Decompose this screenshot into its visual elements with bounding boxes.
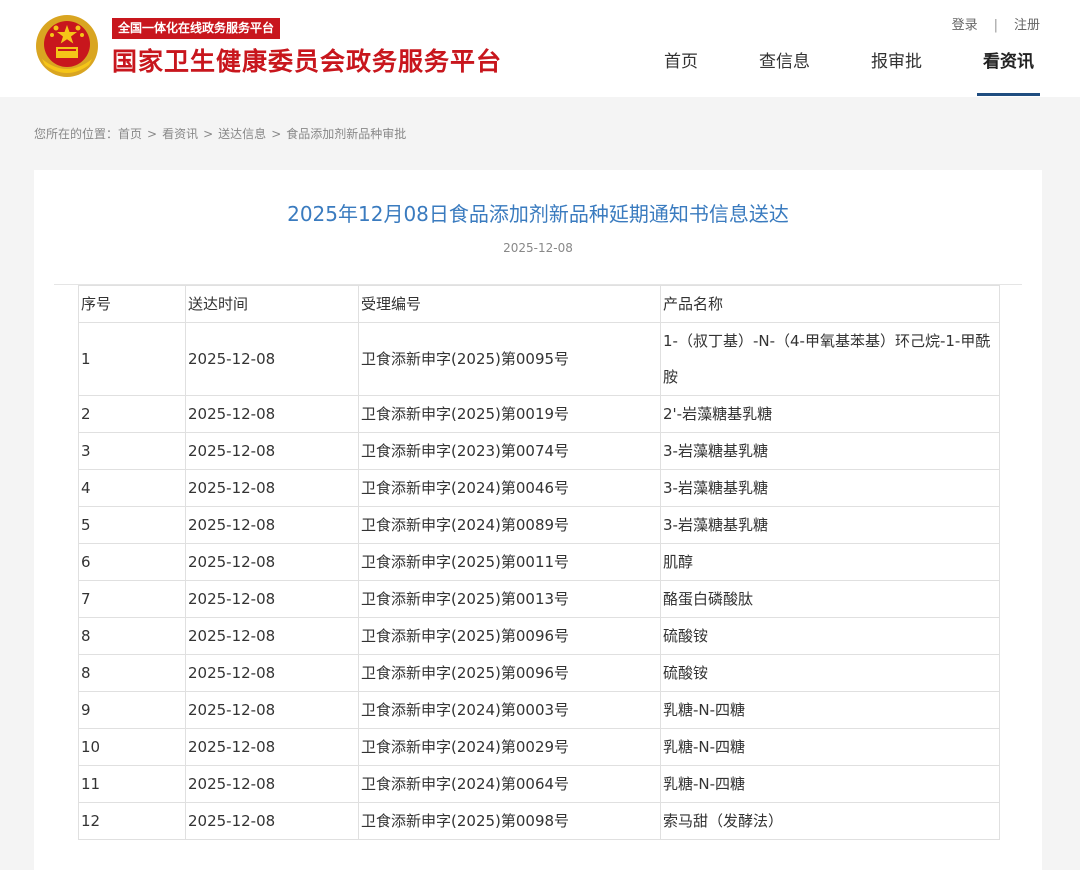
cell-index: 2 xyxy=(78,395,186,433)
header-cell-acceptance-no: 受理编号 xyxy=(358,285,661,323)
cell-index: 6 xyxy=(78,543,186,581)
breadcrumb: 您所在的位置：首页 > 看资讯 > 送达信息 > 食品添加剂新品种审批 xyxy=(34,125,406,142)
cell-acceptance-no: 卫食添新申字(2024)第0064号 xyxy=(358,765,661,803)
cell-product-name: 3-岩藻糖基乳糖 xyxy=(660,432,1000,470)
cell-date: 2025-12-08 xyxy=(185,543,359,581)
table-row: 3 2025-12-08 卫食添新申字(2023)第0074号 3-岩藻糖基乳糖 xyxy=(78,432,1000,470)
article-date: 2025-12-08 xyxy=(503,241,573,255)
table-header-row: 序号 送达时间 受理编号 产品名称 xyxy=(78,285,1000,323)
site-header: 全国一体化在线政务服务平台 国家卫生健康委员会政务服务平台 登录 | 注册 首页 查… xyxy=(0,0,1080,97)
delivery-table: 序号 送达时间 受理编号 产品名称 1 2025-12-08 卫食添新申字(2025… xyxy=(78,285,1000,840)
cell-index: 8 xyxy=(78,617,186,655)
cell-date: 2025-12-08 xyxy=(185,654,359,692)
breadcrumb-separator: > xyxy=(271,127,282,141)
auth-links: 登录 | 注册 xyxy=(952,14,1040,33)
cell-acceptance-no: 卫食添新申字(2025)第0011号 xyxy=(358,543,661,581)
nav-item-home[interactable]: 首页 xyxy=(658,50,704,96)
table-row: 1 2025-12-08 卫食添新申字(2025)第0095号 1-（叔丁基）-N-（… xyxy=(78,322,1000,396)
cell-acceptance-no: 卫食添新申字(2025)第0013号 xyxy=(358,580,661,618)
main-nav: 首页 查信息 报审批 看资讯 xyxy=(609,50,1040,96)
cell-acceptance-no: 卫食添新申字(2024)第0046号 xyxy=(358,469,661,507)
login-link[interactable]: 登录 xyxy=(952,18,978,33)
table-row: 12 2025-12-08 卫食添新申字(2025)第0098号 索马甜（发酵法） xyxy=(78,802,1000,840)
cell-product-name: 3-岩藻糖基乳糖 xyxy=(660,469,1000,507)
breadcrumb-home[interactable]: 首页 xyxy=(118,127,142,141)
cell-acceptance-no: 卫食添新申字(2024)第0003号 xyxy=(358,691,661,729)
cell-product-name: 肌醇 xyxy=(660,543,1000,581)
cell-date: 2025-12-08 xyxy=(185,580,359,618)
cell-product-name: 硫酸铵 xyxy=(660,617,1000,655)
cell-date: 2025-12-08 xyxy=(185,432,359,470)
table-row: 8 2025-12-08 卫食添新申字(2025)第0096号 硫酸铵 xyxy=(78,654,1000,692)
cell-acceptance-no: 卫食添新申字(2025)第0019号 xyxy=(358,395,661,433)
article-title: 2025年12月08日食品添加剂新品种延期通知书信息送达 xyxy=(287,202,789,226)
cell-product-name: 2'-岩藻糖基乳糖 xyxy=(660,395,1000,433)
cell-product-name: 酪蛋白磷酸肽 xyxy=(660,580,1000,618)
table-row: 11 2025-12-08 卫食添新申字(2024)第0064号 乳糖-N-四糖 xyxy=(78,765,1000,803)
cell-date: 2025-12-08 xyxy=(185,395,359,433)
cell-date: 2025-12-08 xyxy=(185,617,359,655)
cell-index: 7 xyxy=(78,580,186,618)
cell-product-name: 索马甜（发酵法） xyxy=(660,802,1000,840)
table-row: 2 2025-12-08 卫食添新申字(2025)第0019号 2'-岩藻糖基乳糖 xyxy=(78,395,1000,433)
cell-acceptance-no: 卫食添新申字(2025)第0095号 xyxy=(358,322,661,396)
cell-product-name: 乳糖-N-四糖 xyxy=(660,691,1000,729)
cell-date: 2025-12-08 xyxy=(185,728,359,766)
platform-slogan-badge: 全国一体化在线政务服务平台 xyxy=(112,18,281,39)
cell-index: 10 xyxy=(78,728,186,766)
header-cell-date: 送达时间 xyxy=(185,285,359,323)
header-cell-index: 序号 xyxy=(78,285,186,323)
table-row: 4 2025-12-08 卫食添新申字(2024)第0046号 3-岩藻糖基乳糖 xyxy=(78,469,1000,507)
register-link[interactable]: 注册 xyxy=(1014,18,1040,33)
breadcrumb-separator: > xyxy=(147,127,158,141)
cell-product-name: 3-岩藻糖基乳糖 xyxy=(660,506,1000,544)
cell-date: 2025-12-08 xyxy=(185,691,359,729)
breadcrumb-news[interactable]: 看资讯 xyxy=(162,127,198,141)
auth-separator: | xyxy=(993,18,998,33)
cell-acceptance-no: 卫食添新申字(2025)第0096号 xyxy=(358,617,661,655)
cell-product-name: 硫酸铵 xyxy=(660,654,1000,692)
breadcrumb-delivery-info[interactable]: 送达信息 xyxy=(218,127,266,141)
cell-product-name: 1-（叔丁基）-N-（4-甲氧基苯基）环己烷-1-甲酰胺 xyxy=(660,322,1000,396)
header-cell-product-name: 产品名称 xyxy=(660,285,1000,323)
breadcrumb-current[interactable]: 食品添加剂新品种审批 xyxy=(286,127,406,141)
cell-acceptance-no: 卫食添新申字(2024)第0089号 xyxy=(358,506,661,544)
cell-index: 5 xyxy=(78,506,186,544)
cell-index: 12 xyxy=(78,802,186,840)
nav-item-submit-approval[interactable]: 报审批 xyxy=(865,50,928,96)
cell-index: 3 xyxy=(78,432,186,470)
cell-date: 2025-12-08 xyxy=(185,506,359,544)
cell-index: 8 xyxy=(78,654,186,692)
cell-index: 4 xyxy=(78,469,186,507)
national-emblem-icon[interactable] xyxy=(34,13,100,79)
nav-item-news[interactable]: 看资讯 xyxy=(977,50,1040,96)
table-row: 7 2025-12-08 卫食添新申字(2025)第0013号 酪蛋白磷酸肽 xyxy=(78,580,1000,618)
table-row: 8 2025-12-08 卫食添新申字(2025)第0096号 硫酸铵 xyxy=(78,617,1000,655)
cell-index: 9 xyxy=(78,691,186,729)
table-row: 6 2025-12-08 卫食添新申字(2025)第0011号 肌醇 xyxy=(78,543,1000,581)
table-row: 5 2025-12-08 卫食添新申字(2024)第0089号 3-岩藻糖基乳糖 xyxy=(78,506,1000,544)
breadcrumb-separator: > xyxy=(203,127,214,141)
site-title[interactable]: 国家卫生健康委员会政务服务平台 xyxy=(112,45,502,79)
cell-acceptance-no: 卫食添新申字(2025)第0098号 xyxy=(358,802,661,840)
cell-acceptance-no: 卫食添新申字(2024)第0029号 xyxy=(358,728,661,766)
article-card: 2025年12月08日食品添加剂新品种延期通知书信息送达 2025-12-08 … xyxy=(34,170,1042,870)
breadcrumb-prefix: 您所在的位置： xyxy=(34,127,119,141)
cell-acceptance-no: 卫食添新申字(2025)第0096号 xyxy=(358,654,661,692)
cell-date: 2025-12-08 xyxy=(185,322,359,396)
cell-acceptance-no: 卫食添新申字(2023)第0074号 xyxy=(358,432,661,470)
cell-date: 2025-12-08 xyxy=(185,765,359,803)
cell-date: 2025-12-08 xyxy=(185,802,359,840)
table-row: 9 2025-12-08 卫食添新申字(2024)第0003号 乳糖-N-四糖 xyxy=(78,691,1000,729)
cell-product-name: 乳糖-N-四糖 xyxy=(660,765,1000,803)
cell-index: 1 xyxy=(78,322,186,396)
nav-item-query-info[interactable]: 查信息 xyxy=(753,50,816,96)
table-row: 10 2025-12-08 卫食添新申字(2024)第0029号 乳糖-N-四糖 xyxy=(78,728,1000,766)
cell-date: 2025-12-08 xyxy=(185,469,359,507)
cell-index: 11 xyxy=(78,765,186,803)
cell-product-name: 乳糖-N-四糖 xyxy=(660,728,1000,766)
